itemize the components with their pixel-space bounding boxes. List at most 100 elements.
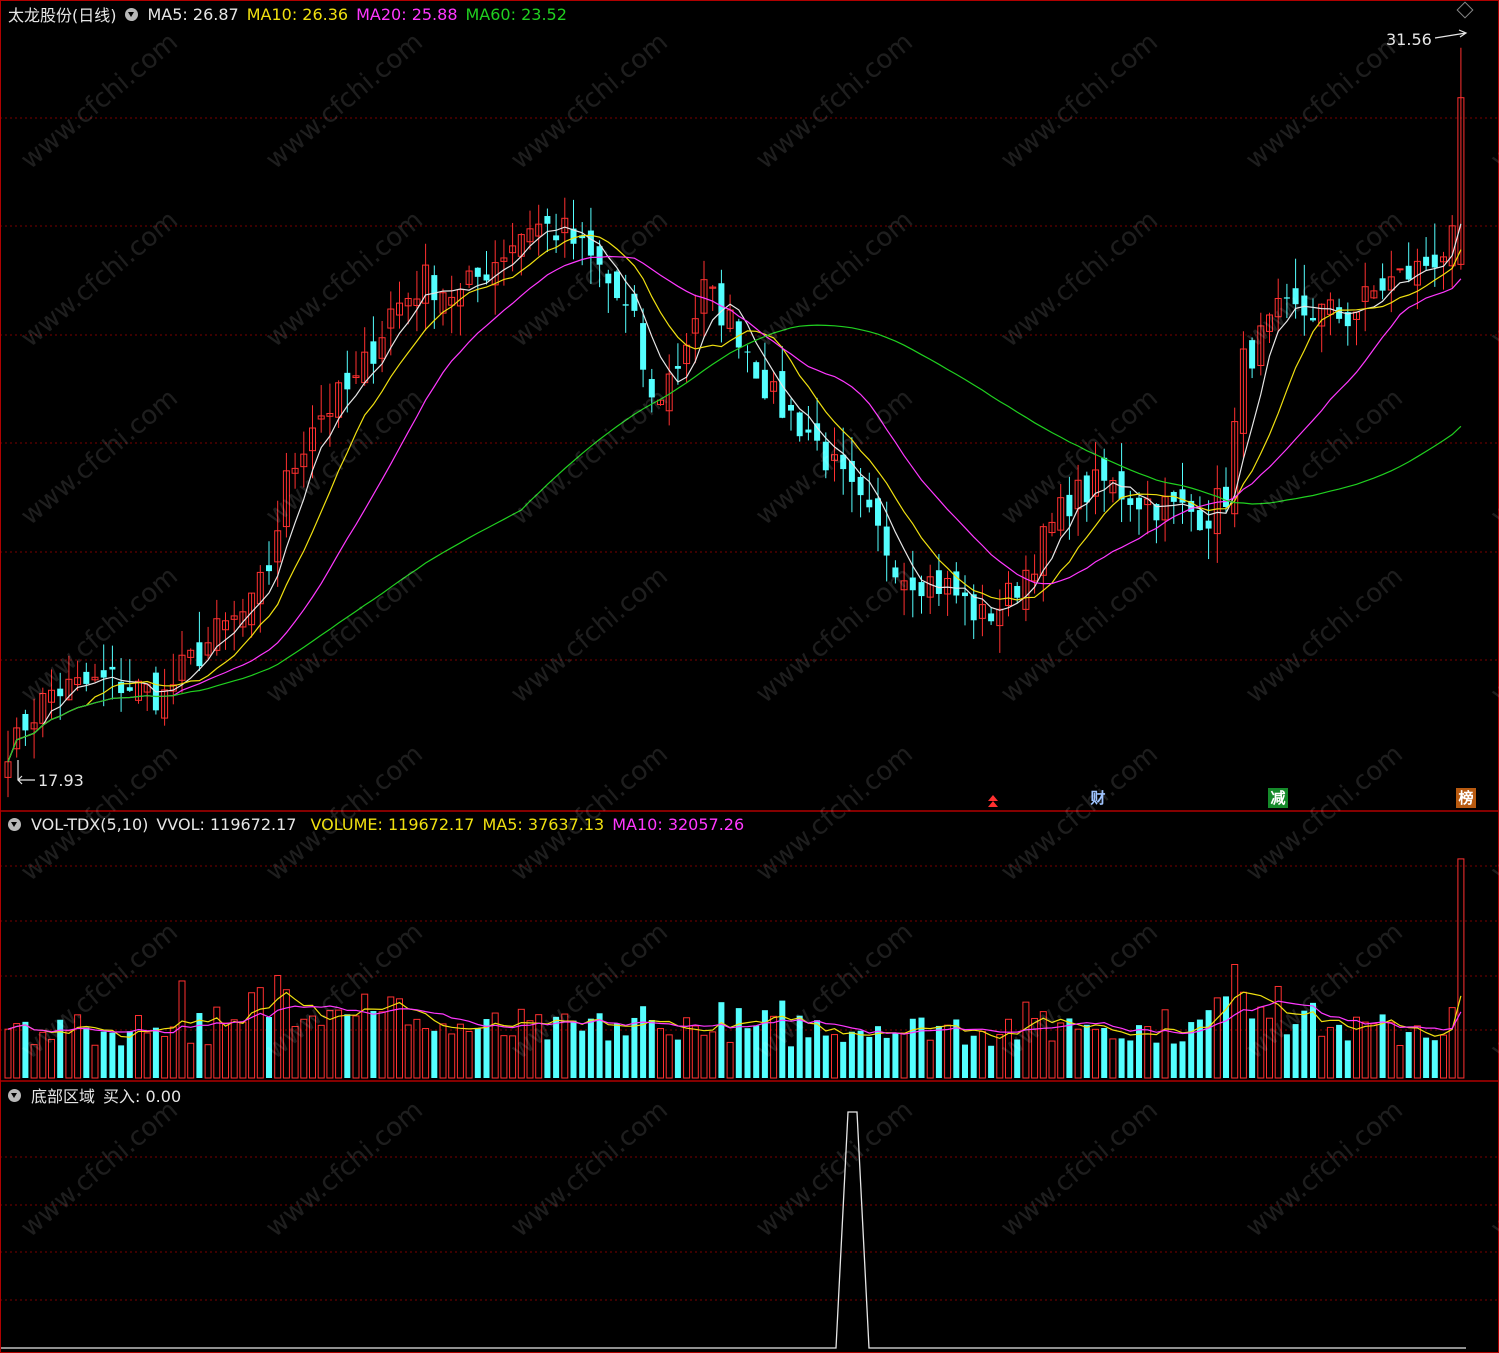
- bottom-zone-header: 底部区域 买入: 0.00: [8, 1083, 181, 1107]
- finance-report-marker[interactable]: 财: [1088, 788, 1108, 808]
- watermark-text: www.cfchi.com: [1240, 561, 1409, 709]
- volume-bar-down: [1205, 1010, 1212, 1078]
- watermark-text: www.cfchi.com: [15, 205, 184, 353]
- watermark-text: www.cfchi.com: [1485, 1095, 1499, 1243]
- volume-bar-up: [413, 1018, 421, 1079]
- watermark-text: www.cfchi.com: [1485, 205, 1499, 353]
- candle-body-down: [674, 366, 681, 369]
- volume-bar-down: [1405, 1032, 1412, 1078]
- grid-lines: [0, 117, 1499, 1301]
- volume-bar-down: [587, 1018, 594, 1078]
- volume-bar-down: [1066, 1018, 1073, 1078]
- stock-title: 太龙股份(日线): [8, 6, 117, 25]
- candle-body-down: [553, 235, 560, 241]
- candle-body-down: [196, 642, 203, 667]
- volume-bar-up: [831, 1034, 838, 1079]
- volume-bar-up: [1092, 1028, 1099, 1079]
- volume-bar-down: [344, 1014, 351, 1078]
- volume-bar-down: [196, 1013, 203, 1078]
- volume-bar-down: [474, 1028, 481, 1078]
- volume-bar-up: [978, 1030, 986, 1079]
- volume-bar-up: [726, 1041, 734, 1079]
- volume-bar-down: [631, 1017, 638, 1078]
- volume-bar-down: [744, 1028, 751, 1078]
- volume-bar-down: [614, 1023, 620, 1078]
- candle-body-down: [796, 412, 803, 437]
- candle-body-down: [988, 613, 995, 622]
- watermark-text: www.cfchi.com: [1240, 27, 1409, 175]
- volume-bar-down: [718, 1002, 725, 1078]
- volume-bar-up: [1161, 1009, 1169, 1079]
- reduction-marker[interactable]: 减: [1268, 788, 1288, 808]
- volume-bar-up: [1057, 1022, 1065, 1079]
- vvol-value: VVOL: 119672.17: [156, 814, 297, 834]
- bottom-settings-icon[interactable]: [8, 1088, 21, 1102]
- candle-body-down: [370, 341, 377, 364]
- volume-bar-down: [152, 1027, 159, 1078]
- candle-body-down: [622, 304, 629, 306]
- ma5-line: [7, 223, 1462, 763]
- volume-bar-down: [962, 1044, 968, 1078]
- candle-body-down: [1405, 265, 1412, 280]
- volume-bar-up: [1048, 1040, 1056, 1079]
- volume-bar-up: [204, 1044, 212, 1079]
- volume-bar-down: [1127, 1040, 1134, 1078]
- volume-bar-down: [848, 1031, 855, 1078]
- candle-body-up: [1396, 268, 1404, 271]
- watermark-text: www.cfchi.com: [1240, 1095, 1409, 1243]
- volume-bar-up: [1109, 1038, 1117, 1079]
- volume-bar-down: [109, 1032, 116, 1078]
- candle-body-down: [1136, 497, 1142, 510]
- candle-body-down: [761, 369, 768, 399]
- volume-bar-up: [465, 1030, 473, 1079]
- volume-bar-up: [335, 1009, 343, 1079]
- candle-body-down: [779, 371, 786, 418]
- volume-header: VOL-TDX(5,10) VVOL: 119672.17 VOLUME: 11…: [8, 812, 744, 836]
- volume-bar-up: [1231, 963, 1239, 1079]
- bottom-zone-indicator: [0, 1111, 1466, 1349]
- volume-bar-down: [970, 1035, 977, 1078]
- volume-bar-up: [1457, 858, 1465, 1079]
- candle-body-down: [474, 267, 481, 277]
- volume-bar-down: [735, 1008, 742, 1078]
- candle-body-down: [126, 687, 133, 691]
- volume-bar-down: [370, 1011, 377, 1078]
- rank-list-marker[interactable]: 榜: [1456, 788, 1476, 808]
- volume-bar-down: [1083, 1024, 1090, 1078]
- volume-bar-up: [691, 1025, 699, 1079]
- watermark-text: www.cfchi.com: [15, 383, 184, 531]
- ma10-value: MA10: 26.36: [246, 4, 349, 24]
- ma5-value: MA5: 26.87: [147, 4, 239, 24]
- volume-settings-icon[interactable]: [8, 817, 21, 831]
- candle-body-down: [866, 499, 873, 508]
- candle-body-down: [100, 670, 107, 678]
- candle-body-down: [1127, 498, 1134, 505]
- watermark-text: www.cfchi.com: [750, 205, 919, 353]
- volume-bar-down: [918, 1017, 925, 1078]
- volume-bar-down: [1136, 1025, 1142, 1078]
- volume-bar-up: [222, 1022, 229, 1079]
- volume-bar-up: [135, 1015, 142, 1079]
- volume-bar-down: [788, 1046, 794, 1078]
- volume-bar-up: [1396, 1044, 1404, 1079]
- volume-bar-up: [187, 1042, 195, 1079]
- watermark-text: www.cfchi.com: [750, 27, 919, 175]
- ma20-value: MA20: 25.88: [356, 4, 458, 24]
- volume-bar-up: [439, 1023, 447, 1079]
- volume-bar-down: [1431, 1040, 1438, 1078]
- volume-bar-down: [570, 1020, 577, 1078]
- candle-body-down: [1423, 256, 1430, 266]
- volume-bar-down: [866, 1036, 873, 1078]
- watermark-text: www.cfchi.com: [260, 1095, 429, 1243]
- stock-chart-canvas[interactable]: www.cfchi.com www.cfchi.com www.cfchi.com w…: [0, 0, 1499, 1353]
- volume-bar-down: [857, 1030, 864, 1078]
- settings-dropdown-icon[interactable]: [124, 7, 138, 21]
- candle-body-down: [805, 429, 812, 433]
- volume-bar-down: [1423, 1037, 1430, 1078]
- volume-bar-up: [352, 1015, 360, 1079]
- watermark-text: www.cfchi.com: [15, 1095, 184, 1243]
- volume-bar-down: [100, 1031, 107, 1078]
- watermark-text: www.cfchi.com: [995, 205, 1164, 353]
- ma60-value: MA60: 23.52: [465, 4, 567, 24]
- moving-average-lines: [7, 223, 1462, 763]
